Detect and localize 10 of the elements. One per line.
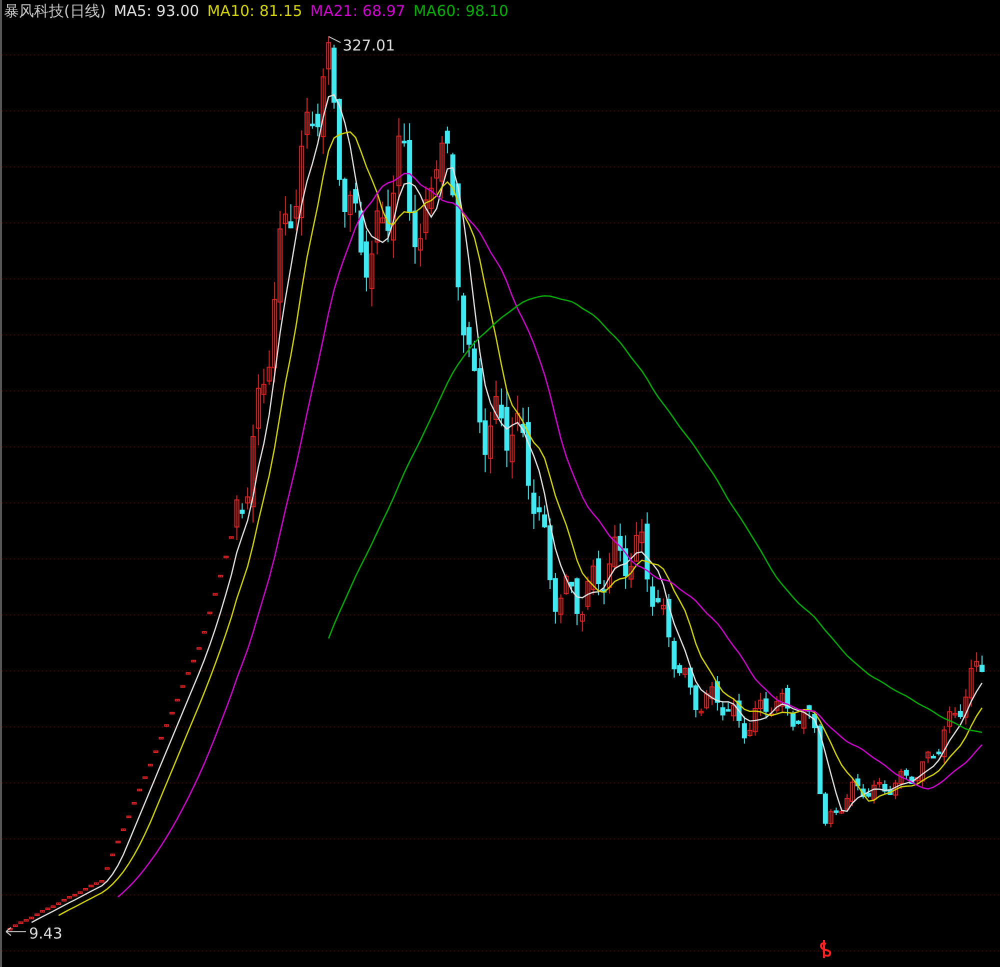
high-marker-icon [328,36,342,44]
signal-marker-icon [820,939,832,959]
low-marker-icon [6,927,26,936]
moving-average-reading: MA21: 68.97 [310,2,406,20]
moving-average-reading: MA60: 98.10 [413,2,508,20]
chart-title: 暴风科技(日线) [4,2,106,20]
moving-average-reading: MA5: 93.00 [114,2,200,20]
moving-average-reading: MA10: 81.15 [207,2,302,20]
low-price-label: 9.43 [29,924,62,943]
high-price-label: 327.01 [342,36,396,55]
